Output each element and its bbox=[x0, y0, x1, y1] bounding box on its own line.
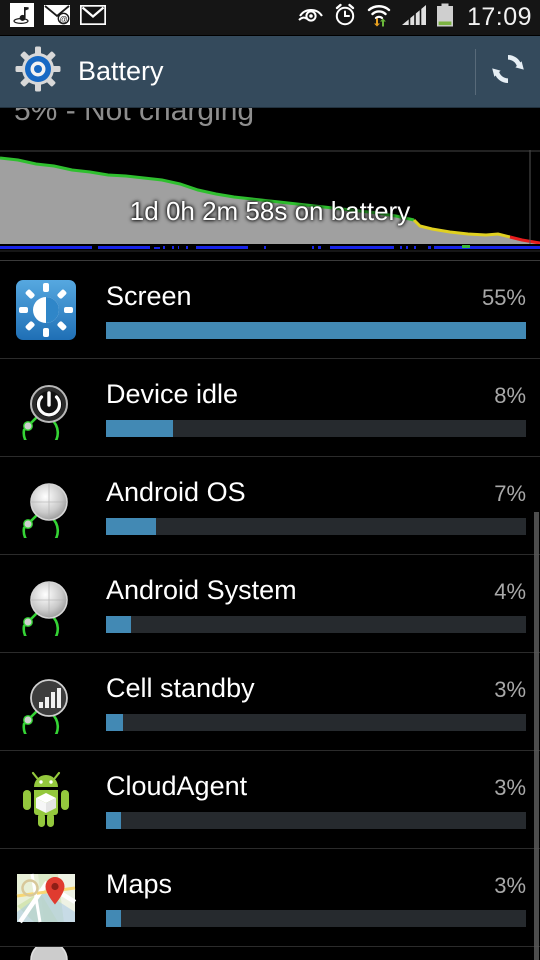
list-item-label: Android System bbox=[106, 574, 297, 605]
list-item[interactable]: Screen 55% bbox=[0, 260, 540, 358]
screen-brightness-icon bbox=[12, 276, 80, 344]
list-item[interactable]: Device idle 8% bbox=[0, 358, 540, 456]
list-item-label: Maps bbox=[106, 868, 173, 899]
list-item[interactable]: Android System 4% bbox=[0, 554, 540, 652]
list-item-content: Screen 55% bbox=[106, 276, 526, 344]
list-item-label: Cell standby bbox=[106, 672, 255, 703]
cell-signal-icon bbox=[12, 668, 80, 736]
google-maps-icon bbox=[12, 864, 80, 932]
signal-bars-icon bbox=[401, 4, 427, 31]
usage-bar-track bbox=[106, 420, 526, 438]
list-item-label: Android OS bbox=[106, 476, 246, 507]
usage-bar-track bbox=[106, 910, 526, 928]
status-bar-clock: 17:09 bbox=[466, 3, 532, 31]
usage-bar-fill bbox=[106, 812, 121, 830]
list-item-label: CloudAgent bbox=[106, 770, 248, 801]
list-item-percent: 7% bbox=[494, 480, 526, 506]
list-item[interactable] bbox=[0, 946, 540, 960]
usage-bar-track bbox=[106, 714, 526, 732]
page-title: Battery bbox=[78, 56, 164, 86]
list-item-percent: 55% bbox=[481, 284, 526, 310]
usage-bar-fill bbox=[106, 518, 157, 536]
list-item-content: Cell standby 3% bbox=[106, 668, 526, 736]
usage-bar-fill bbox=[106, 714, 123, 732]
android-robot-icon bbox=[12, 766, 80, 834]
list-item[interactable]: Cell standby 3% bbox=[0, 652, 540, 750]
status-bar: @ 17:09 bbox=[0, 0, 540, 36]
usage-bar-fill bbox=[106, 322, 526, 340]
svg-text:@: @ bbox=[59, 15, 67, 24]
settings-gear-icon[interactable] bbox=[14, 45, 62, 98]
list-item[interactable]: Maps 3% bbox=[0, 848, 540, 946]
android-os-disc-icon bbox=[12, 472, 80, 540]
power-button-icon bbox=[12, 374, 80, 442]
list-item-percent: 3% bbox=[494, 774, 526, 800]
next-app-icon bbox=[12, 947, 80, 960]
eye-icon bbox=[298, 5, 324, 30]
list-scrollbar[interactable] bbox=[534, 512, 539, 960]
wifi-transfer-icon bbox=[366, 3, 392, 32]
list-item-percent: 3% bbox=[494, 872, 526, 898]
usage-bar-track bbox=[106, 812, 526, 830]
refresh-icon bbox=[488, 49, 528, 94]
list-item-percent: 3% bbox=[494, 676, 526, 702]
usage-bar-track bbox=[106, 322, 526, 340]
gmail-icon bbox=[79, 4, 107, 30]
list-item[interactable]: CloudAgent 3% bbox=[0, 750, 540, 848]
usage-bar-track bbox=[106, 518, 526, 536]
battery-status-text: 5% - Not charging bbox=[14, 108, 255, 127]
usage-bar-fill bbox=[106, 910, 121, 928]
list-item-content: Maps 3% bbox=[106, 864, 526, 932]
battery-usage-list[interactable]: Screen 55% Device idle 8% Android OS 7% … bbox=[0, 260, 540, 960]
alarm-clock-icon bbox=[333, 3, 357, 32]
android-system-disc-icon bbox=[12, 570, 80, 638]
list-item[interactable]: Android OS 7% bbox=[0, 456, 540, 554]
status-bar-notifications: @ bbox=[10, 3, 107, 32]
battery-history-chart[interactable]: 5% - Not charging 1d 0h 2m 58s on batter… bbox=[0, 108, 540, 260]
list-item-percent: 4% bbox=[494, 578, 526, 604]
email-at-icon: @ bbox=[43, 4, 71, 30]
battery-timeline-bar bbox=[0, 244, 540, 252]
list-item-content: CloudAgent 3% bbox=[106, 766, 526, 834]
usage-bar-track bbox=[106, 616, 526, 634]
refresh-button[interactable] bbox=[476, 36, 540, 108]
action-bar: Battery bbox=[0, 36, 540, 108]
music-note-icon bbox=[10, 3, 34, 32]
battery-icon bbox=[436, 3, 454, 32]
list-item-content: Android OS 7% bbox=[106, 472, 526, 540]
usage-bar-fill bbox=[106, 420, 174, 438]
battery-level-graph bbox=[0, 150, 540, 252]
list-item-content: Android System 4% bbox=[106, 570, 526, 638]
list-item-label: Device idle bbox=[106, 378, 239, 409]
status-bar-system-icons: 17:09 bbox=[298, 3, 532, 32]
list-item-percent: 8% bbox=[494, 382, 526, 408]
list-item-content: Device idle 8% bbox=[106, 374, 526, 442]
list-item-label: Screen bbox=[106, 280, 192, 311]
usage-bar-fill bbox=[106, 616, 132, 634]
